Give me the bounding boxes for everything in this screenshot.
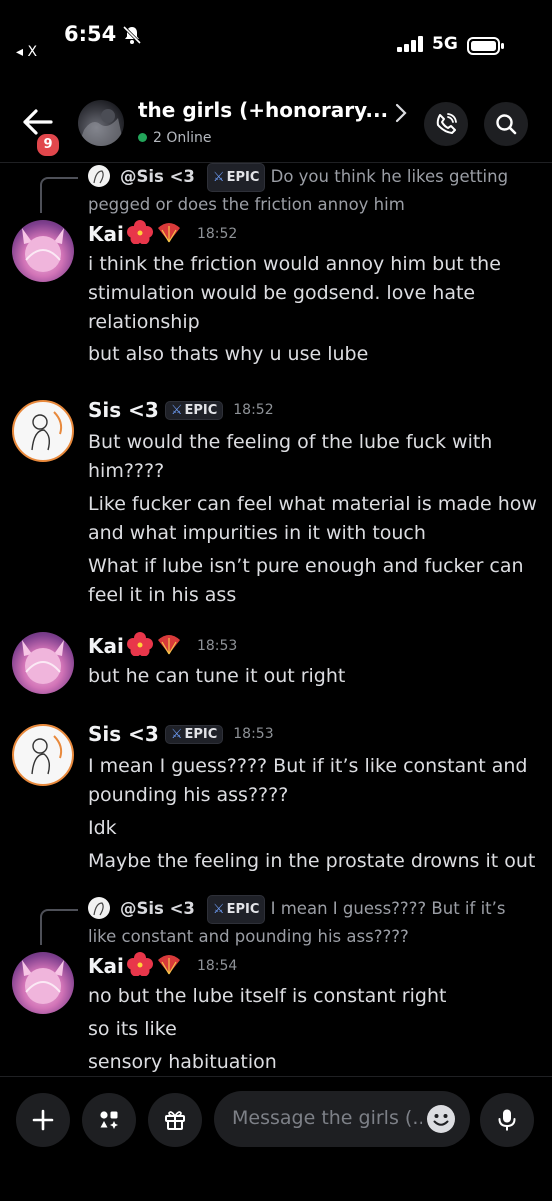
hibiscus-emoji — [126, 220, 153, 248]
chevron-right-icon[interactable] — [394, 102, 408, 128]
search-icon — [496, 114, 517, 135]
online-count: 2 Online — [153, 130, 212, 146]
call-button[interactable] — [424, 102, 468, 146]
avatar[interactable] — [12, 724, 74, 786]
fan-emoji — [156, 952, 182, 980]
search-button[interactable] — [484, 102, 528, 146]
avatar[interactable] — [12, 220, 74, 282]
message-time: 18:53 — [233, 726, 274, 742]
message-time: 18:54 — [196, 958, 238, 974]
group-avatar[interactable] — [78, 100, 124, 146]
message-text: What if lube isn’t pure enough and fucke… — [88, 555, 524, 606]
status-time: 6:54 — [64, 22, 117, 46]
network-label: 5G — [432, 34, 458, 54]
online-dot-icon — [138, 133, 147, 142]
apps-button[interactable] — [82, 1093, 136, 1147]
username[interactable]: Sis <3 — [88, 398, 159, 422]
reply-text: @Sis <3 ⚔ EPIC I mean I guess???? But if i… — [88, 895, 538, 949]
username[interactable]: Sis <3 — [88, 722, 159, 746]
gift-button[interactable] — [148, 1093, 202, 1147]
online-status: 2 Online — [138, 130, 212, 146]
apps-icon — [100, 1111, 118, 1129]
emoji-icon[interactable] — [426, 1104, 456, 1138]
message-header: Sis <3 ⚔ EPIC 18:52 — [88, 398, 274, 426]
message-text: i think the friction would annoy him but… — [88, 253, 501, 333]
epic-badge: ⚔ EPIC — [206, 895, 266, 924]
message-header: Kai 18:52 — [88, 220, 237, 248]
channel-header: 9 the girls (+honorary... 2 Online — [0, 80, 552, 163]
message-text: Idk — [88, 817, 117, 839]
hibiscus-emoji — [126, 632, 153, 660]
message-text: sensory habituation — [88, 1051, 277, 1073]
message-text: Like fucker can feel what material is ma… — [88, 493, 537, 544]
battery-icon — [467, 37, 505, 59]
message-list[interactable]: @Sis <3 ⚔ EPIC Do you think he likes getti… — [0, 162, 552, 1076]
username[interactable]: Kai — [88, 222, 124, 246]
plus-icon — [32, 1109, 54, 1131]
message-time: 18:52 — [233, 402, 274, 418]
sword-icon: ⚔ — [170, 726, 183, 742]
sword-icon: ⚔ — [212, 170, 225, 185]
message-time: 18:52 — [196, 226, 238, 242]
message-time: 18:53 — [196, 638, 238, 654]
epic-badge: ⚔ EPIC — [206, 163, 266, 192]
composer-bar: Message the girls (.. — [0, 1076, 552, 1201]
message-text: Maybe the feeling in the prostate drowns… — [88, 850, 536, 872]
bell-slash-icon — [121, 24, 143, 50]
signal-icon — [397, 36, 425, 56]
message-input[interactable]: Message the girls (.. — [214, 1091, 470, 1147]
voice-message-button[interactable] — [480, 1093, 534, 1147]
message-input-placeholder: Message the girls (.. — [232, 1107, 422, 1129]
sword-icon: ⚔ — [170, 402, 183, 418]
add-attachment-button[interactable] — [16, 1093, 70, 1147]
avatar[interactable] — [12, 952, 74, 1014]
message-text: but he can tune it out right — [88, 665, 346, 687]
status-bar: 6:54 ◂ X 5G — [0, 0, 552, 80]
message-header: Kai 18:54 — [88, 952, 237, 980]
unread-badge: 9 — [35, 132, 61, 158]
message-text: no but the lube itself is constant right — [88, 985, 447, 1007]
gift-icon — [165, 1111, 185, 1130]
message-text: so its like — [88, 1018, 177, 1040]
reply-author: @Sis <3 — [120, 167, 195, 186]
fan-emoji — [156, 220, 182, 248]
avatar[interactable] — [12, 400, 74, 462]
message-text: I mean I guess???? But if it’s like cons… — [88, 755, 528, 806]
message-text: but also thats why u use lube — [88, 343, 369, 365]
hibiscus-emoji — [126, 952, 153, 980]
phone-icon — [436, 113, 457, 134]
epic-badge: ⚔ EPIC — [164, 724, 224, 744]
username[interactable]: Kai — [88, 954, 124, 978]
epic-badge: ⚔ EPIC — [164, 400, 224, 420]
channel-title[interactable]: the girls (+honorary... — [138, 98, 388, 122]
reply-author: @Sis <3 — [120, 899, 195, 918]
message-header: Kai 18:53 — [88, 632, 237, 660]
reply-connector — [40, 909, 78, 945]
username[interactable]: Kai — [88, 634, 124, 658]
fan-emoji — [156, 632, 182, 660]
avatar[interactable] — [12, 632, 74, 694]
message-header: Sis <3 ⚔ EPIC 18:53 — [88, 722, 274, 750]
reply-connector — [40, 177, 78, 213]
back-to-app-link[interactable]: ◂ X — [16, 44, 37, 60]
mic-icon — [498, 1109, 516, 1131]
sword-icon: ⚔ — [212, 902, 225, 917]
reply-text: @Sis <3 ⚔ EPIC Do you think he likes getti… — [88, 163, 538, 217]
message-text: But would the feeling of the lube fuck w… — [88, 431, 493, 482]
